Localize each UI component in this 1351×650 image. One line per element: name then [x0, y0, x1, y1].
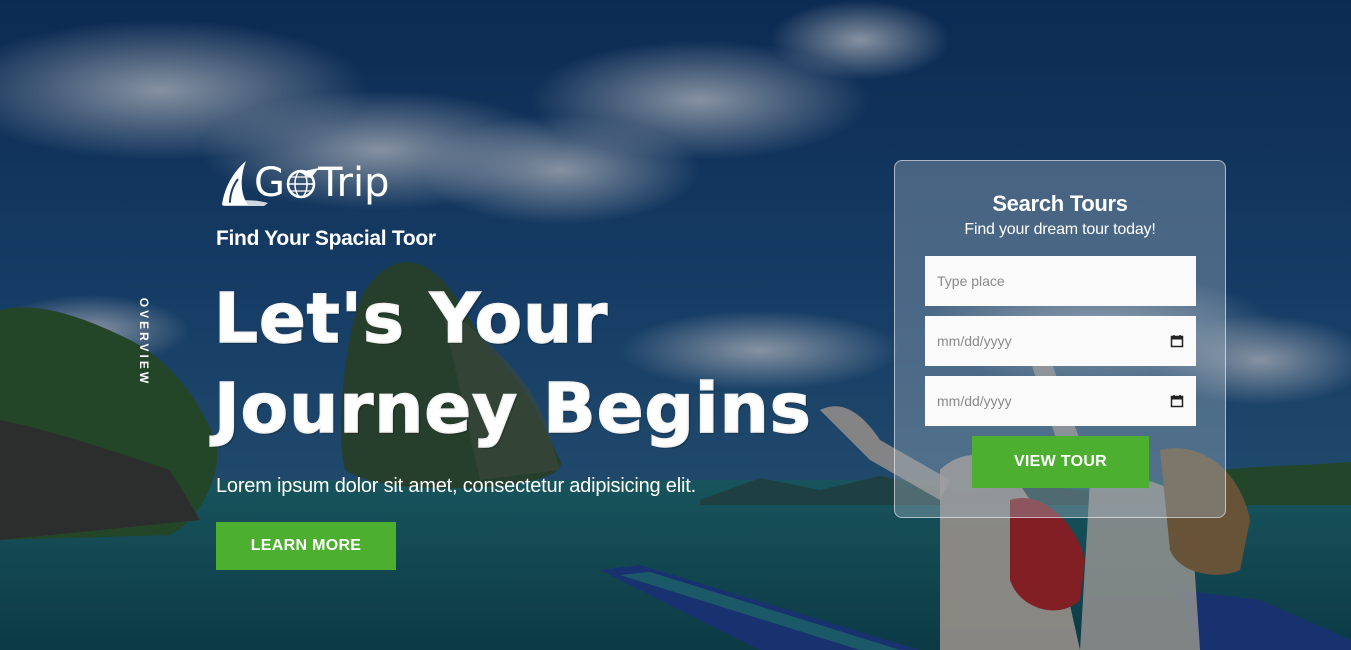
end-date-placeholder: mm/dd/yyyy — [937, 393, 1012, 409]
hero-tagline: Find Your Spacial Toor — [216, 227, 436, 250]
hero-subtext: Lorem ipsum dolor sit amet, consectetur … — [216, 475, 696, 497]
hero-headline: Let's Your Journey Begins — [213, 274, 812, 454]
overview-side-label[interactable]: OVERVIEW — [137, 298, 151, 386]
place-input[interactable]: Type place — [925, 256, 1196, 306]
logo-letter-g: G — [254, 160, 285, 206]
view-tour-button[interactable]: VIEW TOUR — [972, 436, 1149, 488]
calendar-icon[interactable] — [1170, 334, 1184, 348]
search-card-subtitle: Find your dream tour today! — [964, 221, 1156, 238]
hero-headline-line-1: Let's Your — [213, 278, 609, 360]
start-date-input[interactable]: mm/dd/yyyy — [925, 316, 1196, 366]
calendar-icon[interactable] — [1170, 394, 1184, 408]
search-tours-card: Search Tours Find your dream tour today!… — [894, 160, 1226, 518]
gotrip-logo[interactable]: G Trip — [218, 158, 390, 208]
end-date-input[interactable]: mm/dd/yyyy — [925, 376, 1196, 426]
place-input-placeholder: Type place — [937, 273, 1005, 289]
search-card-title: Search Tours — [992, 191, 1128, 216]
learn-more-button[interactable]: LEARN MORE — [216, 522, 396, 570]
logo-letters-trip: Trip — [318, 160, 390, 206]
logo-wordmark: G Trip — [254, 158, 390, 208]
globe-plane-icon — [286, 168, 319, 199]
start-date-placeholder: mm/dd/yyyy — [937, 333, 1012, 349]
hero-headline-line-2: Journey Begins — [213, 368, 812, 450]
